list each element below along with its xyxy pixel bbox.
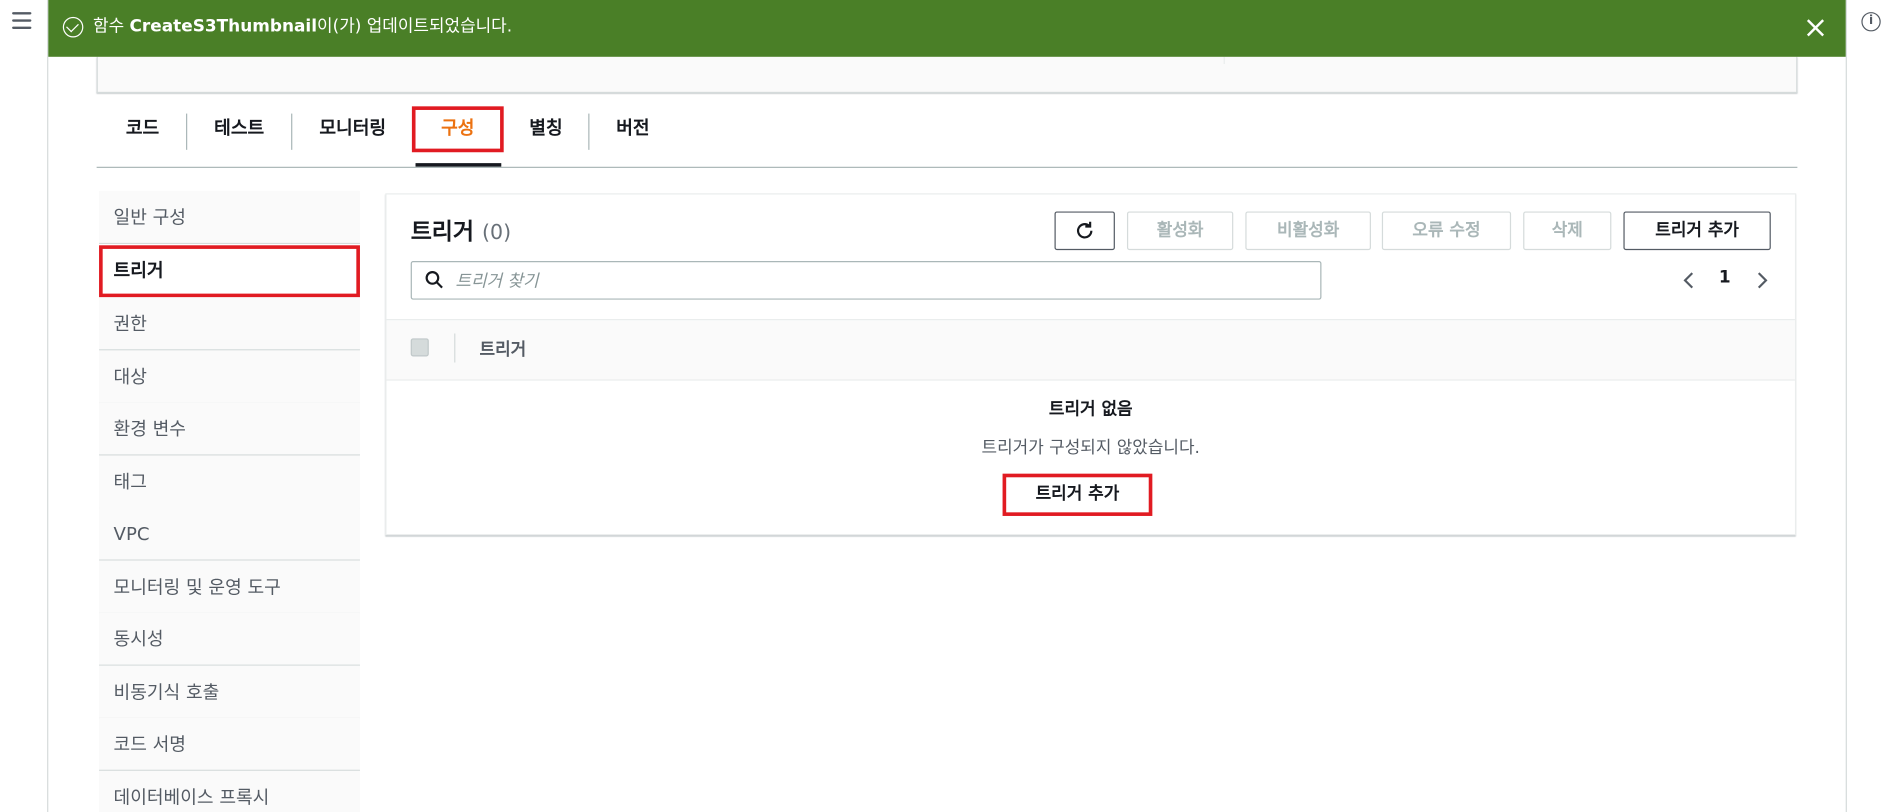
tools-strip xyxy=(1845,0,1894,812)
sidenav-item-database-proxies[interactable]: 데이터베이스 프록시 xyxy=(99,770,360,812)
deactivate-button[interactable]: 비활성화 xyxy=(1245,211,1371,251)
column-separator xyxy=(454,333,456,363)
sidenav-triggers-highlight xyxy=(99,245,360,298)
sidenav-item-concurrency[interactable]: 동시성 xyxy=(99,612,360,666)
banner-function-name: CreateS3Thumbnail xyxy=(129,16,318,37)
tab-separator xyxy=(588,113,590,150)
empty-state-title: 트리거 없음 xyxy=(1048,399,1133,420)
panel-title: 트리거 (0) xyxy=(411,214,511,247)
refresh-icon xyxy=(1076,221,1093,239)
refresh-button[interactable] xyxy=(1054,211,1115,251)
banner-suffix: 이(가) 업데이트되었습니다. xyxy=(317,16,513,37)
sidenav-item-general[interactable]: 일반 구성 xyxy=(99,190,360,245)
sidenav-item-code-signing[interactable]: 코드 서명 xyxy=(99,717,360,771)
sidenav-item-vpc[interactable]: VPC xyxy=(99,507,360,561)
tab-test[interactable]: 테스트 xyxy=(205,114,273,143)
tab-versions[interactable]: 버전 xyxy=(606,114,659,143)
search-placeholder: 트리거 찾기 xyxy=(455,271,539,292)
sidenav-item-destinations[interactable]: 대상 xyxy=(99,350,360,404)
trigger-search-input[interactable] xyxy=(410,260,1322,300)
search-icon xyxy=(425,271,443,289)
column-header-trigger[interactable]: 트리거 xyxy=(480,337,527,361)
delete-button[interactable]: 삭제 xyxy=(1523,211,1612,251)
banner-prefix: 함수 xyxy=(93,16,130,37)
sidenav-item-permissions[interactable]: 권한 xyxy=(99,297,360,351)
tab-configuration[interactable]: 구성 xyxy=(419,114,496,143)
close-icon[interactable] xyxy=(1805,17,1827,39)
left-navigation-strip xyxy=(0,0,49,812)
fix-errors-button[interactable]: 오류 수정 xyxy=(1381,211,1512,251)
info-icon[interactable]: i xyxy=(1861,12,1881,32)
page-number[interactable]: 1 xyxy=(1719,268,1731,287)
tab-monitoring[interactable]: 모니터링 xyxy=(310,114,395,143)
tabs-divider xyxy=(96,166,1798,168)
function-overview-card xyxy=(96,56,1798,94)
panel-title-text: 트리거 xyxy=(410,218,475,246)
sidenav-item-async-invocation[interactable]: 비동기식 호출 xyxy=(99,665,360,719)
add-trigger-button[interactable]: 트리거 추가 xyxy=(1623,211,1771,251)
tab-separator xyxy=(186,113,188,150)
trigger-count: (0) xyxy=(482,221,512,246)
sidenav-item-monitoring-tools[interactable]: 모니터링 및 운영 도구 xyxy=(99,560,360,614)
card-divider xyxy=(1223,56,1225,65)
menu-icon[interactable] xyxy=(12,12,32,29)
select-all-checkbox[interactable] xyxy=(410,338,429,357)
tab-code[interactable]: 코드 xyxy=(116,114,169,143)
success-banner: 함수 CreateS3Thumbnail이(가) 업데이트되었습니다. xyxy=(48,0,1846,57)
sidenav-item-environment-variables[interactable]: 환경 변수 xyxy=(99,402,360,456)
sidenav-item-tags[interactable]: 태그 xyxy=(99,455,360,509)
check-circle-icon xyxy=(62,16,84,38)
chevron-right-icon[interactable] xyxy=(1754,271,1771,290)
tab-separator xyxy=(291,113,293,150)
banner-message: 함수 CreateS3Thumbnail이(가) 업데이트되었습니다. xyxy=(93,16,512,38)
activate-button[interactable]: 활성화 xyxy=(1126,211,1234,251)
empty-add-trigger-button[interactable]: 트리거 추가 xyxy=(1002,473,1153,516)
table-header xyxy=(386,318,1795,381)
empty-state-message: 트리거가 구성되지 않았습니다. xyxy=(981,438,1200,458)
tab-aliases[interactable]: 별칭 xyxy=(519,114,572,143)
chevron-left-icon[interactable] xyxy=(1680,271,1697,290)
